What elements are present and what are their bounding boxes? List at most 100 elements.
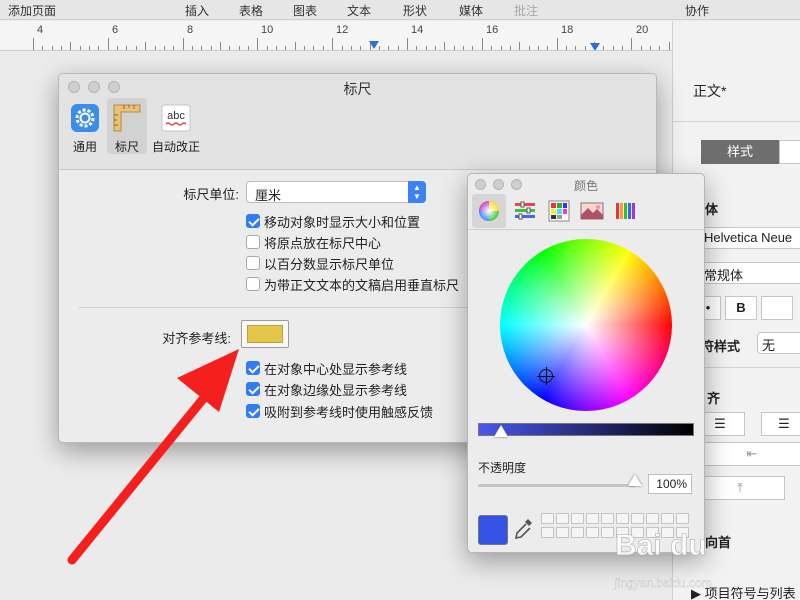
opacity-slider[interactable] bbox=[478, 474, 642, 487]
tab-stop-marker[interactable] bbox=[369, 41, 379, 49]
toolbar-add-page[interactable]: 添加页面 bbox=[8, 2, 56, 19]
color-swatch-slot[interactable] bbox=[631, 513, 644, 524]
ruler-tick bbox=[332, 38, 333, 50]
font-family-popup[interactable]: Helvetica Neue bbox=[699, 227, 800, 249]
color-swatch-slot[interactable] bbox=[556, 527, 569, 538]
ruler-tick bbox=[155, 46, 156, 50]
popup-stepper-icon: ▲ ▼ bbox=[408, 181, 426, 203]
ruler-tick bbox=[444, 42, 445, 50]
tab-layout[interactable] bbox=[779, 140, 800, 164]
checkbox-guides-edges[interactable] bbox=[246, 382, 260, 396]
ruler-tick bbox=[360, 46, 361, 50]
image-palettes-icon[interactable] bbox=[575, 194, 609, 228]
paragraph-style-name[interactable]: 正文* bbox=[693, 81, 726, 101]
toolbar-table[interactable]: 表格 bbox=[239, 2, 263, 19]
ruler-tick bbox=[379, 46, 380, 50]
color-swatch-slot[interactable] bbox=[601, 513, 614, 524]
color-swatch-slot[interactable] bbox=[676, 527, 689, 538]
toolbar-collaborate[interactable]: 协作 bbox=[685, 2, 709, 19]
toolbar-insert[interactable]: 插入 bbox=[185, 2, 209, 19]
bold-button[interactable]: B bbox=[725, 296, 757, 320]
color-swatch-slot[interactable] bbox=[601, 527, 614, 538]
char-style-popup[interactable]: 无 bbox=[757, 332, 800, 354]
ruler-tick bbox=[501, 46, 502, 50]
checkbox-percent-units[interactable] bbox=[246, 256, 260, 270]
ruler-tick bbox=[220, 42, 221, 50]
color-swatch-slot[interactable] bbox=[571, 527, 584, 538]
tab-autocorrect-label: 自动改正 bbox=[151, 140, 200, 154]
toolbar-chart[interactable]: 图表 bbox=[293, 2, 317, 19]
checkbox-label: 为带正文文本的文稿启用垂直标尺 bbox=[264, 278, 460, 293]
color-swatch-slot[interactable] bbox=[541, 527, 554, 538]
color-swatch-slot[interactable] bbox=[616, 527, 629, 538]
color-swatch-slot[interactable] bbox=[631, 527, 644, 538]
guide-color-well[interactable] bbox=[241, 320, 289, 348]
toolbar-text[interactable]: 文本 bbox=[347, 2, 371, 19]
ruler-tick bbox=[650, 46, 651, 50]
guide-color-swatch bbox=[247, 325, 283, 343]
checkbox-origin-center[interactable] bbox=[246, 235, 260, 249]
align-center-button[interactable]: ☰ bbox=[761, 412, 800, 436]
color-wheel-icon[interactable] bbox=[472, 194, 506, 228]
ruler-number: 16 bbox=[486, 24, 499, 36]
toolbar-comment[interactable]: 批注 bbox=[514, 2, 538, 19]
checkbox-guides-center[interactable] bbox=[246, 361, 260, 375]
ruler-tick bbox=[575, 46, 576, 50]
ruler-icon bbox=[112, 103, 142, 133]
tab-style[interactable]: 样式 bbox=[701, 140, 779, 164]
opacity-field[interactable]: 100% bbox=[648, 474, 692, 494]
ruler-tick bbox=[33, 38, 34, 50]
color-palettes-icon[interactable] bbox=[542, 194, 576, 228]
checkbox-vertical-ruler[interactable] bbox=[246, 277, 260, 291]
color-swatch-slot[interactable] bbox=[571, 513, 584, 524]
ruler-units-popup[interactable]: 厘米 ▲ ▼ bbox=[246, 181, 426, 203]
align-top-button[interactable]: ⤒ bbox=[695, 476, 785, 500]
horizontal-ruler[interactable]: 4 6 8 10 12 14 16 18 20 bbox=[0, 21, 672, 51]
color-sliders-icon[interactable] bbox=[508, 194, 542, 228]
right-indent-marker[interactable] bbox=[590, 43, 600, 50]
color-swatch-slot[interactable] bbox=[541, 513, 554, 524]
color-wheel[interactable] bbox=[500, 239, 672, 411]
color-swatch-slot[interactable] bbox=[556, 513, 569, 524]
ruler-tick bbox=[538, 46, 539, 50]
ruler-tick bbox=[547, 46, 548, 50]
color-swatch-slot[interactable] bbox=[616, 513, 629, 524]
ruler-tick bbox=[267, 46, 268, 50]
ruler-number: 14 bbox=[411, 24, 424, 36]
color-swatch-slot[interactable] bbox=[661, 527, 674, 538]
underline-button[interactable] bbox=[761, 296, 793, 320]
color-wheel-crosshair[interactable] bbox=[537, 367, 555, 385]
decrease-indent-button[interactable]: ⇤ bbox=[695, 442, 800, 466]
color-swatch-slot[interactable] bbox=[586, 527, 599, 538]
brightness-slider-knob[interactable] bbox=[494, 425, 508, 437]
divider bbox=[673, 121, 800, 122]
font-style-popup[interactable]: 常规体 bbox=[699, 262, 800, 284]
color-swatch-slot[interactable] bbox=[661, 513, 674, 524]
bullets-disclosure[interactable]: ▶ 项目符号与列表 bbox=[691, 583, 796, 600]
char-style-label: 符样式 bbox=[701, 339, 741, 354]
pencils-icon[interactable] bbox=[608, 194, 642, 228]
toolbar-shape[interactable]: 形状 bbox=[403, 2, 427, 19]
toolbar-media[interactable]: 媒体 bbox=[459, 2, 483, 19]
color-swatch-slot[interactable] bbox=[646, 527, 659, 538]
color-swatch-slot[interactable] bbox=[586, 513, 599, 524]
checkbox-haptic-feedback[interactable] bbox=[246, 404, 260, 418]
tab-ruler[interactable]: 标尺 bbox=[107, 98, 147, 154]
checkbox-show-size-position[interactable] bbox=[246, 214, 260, 228]
panel-title: 颜色 bbox=[573, 179, 598, 193]
ruler-tick bbox=[164, 46, 165, 50]
ruler-number: 10 bbox=[261, 24, 274, 36]
eyedropper-icon[interactable] bbox=[513, 516, 535, 542]
tab-autocorrect[interactable]: abc 自动改正 bbox=[149, 98, 203, 154]
current-color-swatch[interactable] bbox=[478, 515, 508, 545]
tab-general[interactable]: 通用 bbox=[65, 98, 105, 154]
ruler-tick bbox=[454, 46, 455, 50]
ruler-tick bbox=[304, 46, 305, 50]
color-swatch-slot[interactable] bbox=[676, 513, 689, 524]
checkbox-label: 在对象中心处显示参考线 bbox=[264, 362, 408, 377]
color-swatch-slot[interactable] bbox=[646, 513, 659, 524]
brightness-slider[interactable] bbox=[478, 423, 694, 437]
ruler-number: 18 bbox=[561, 24, 574, 36]
opacity-slider-knob[interactable] bbox=[628, 474, 642, 486]
ruler-tick bbox=[659, 46, 660, 50]
